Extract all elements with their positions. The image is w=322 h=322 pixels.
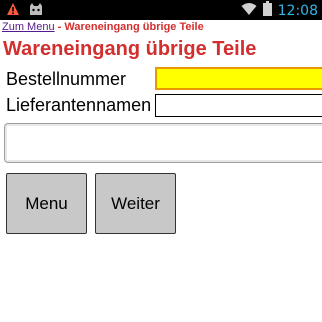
battery-icon [262, 1, 272, 21]
clock: 12:08 [277, 3, 318, 19]
breadcrumb-current: Wareneingang übrige Teile [64, 21, 204, 33]
status-bar-right: 12:08 [241, 1, 318, 21]
order-number-input[interactable] [155, 67, 322, 90]
order-number-label: Bestellnummer [6, 69, 127, 89]
notification-alert-icon [6, 2, 20, 21]
breadcrumb-separator: - [54, 21, 65, 33]
message-field[interactable] [4, 123, 322, 163]
page-title: Wareneingang übrige Teile [3, 38, 257, 60]
status-bar: 12:08 [0, 0, 322, 20]
status-bar-left [6, 2, 44, 21]
wifi-icon [241, 2, 257, 21]
supplier-name-input[interactable] [155, 94, 322, 117]
menu-button[interactable]: Menu [6, 173, 87, 234]
next-button[interactable]: Weiter [95, 173, 176, 234]
cat-app-icon [28, 2, 44, 21]
menu-link[interactable]: Zum Menu [2, 21, 55, 33]
supplier-name-label: Lieferantennamen [6, 95, 152, 115]
breadcrumb: Zum Menu - Wareneingang übrige Teile [2, 20, 204, 34]
